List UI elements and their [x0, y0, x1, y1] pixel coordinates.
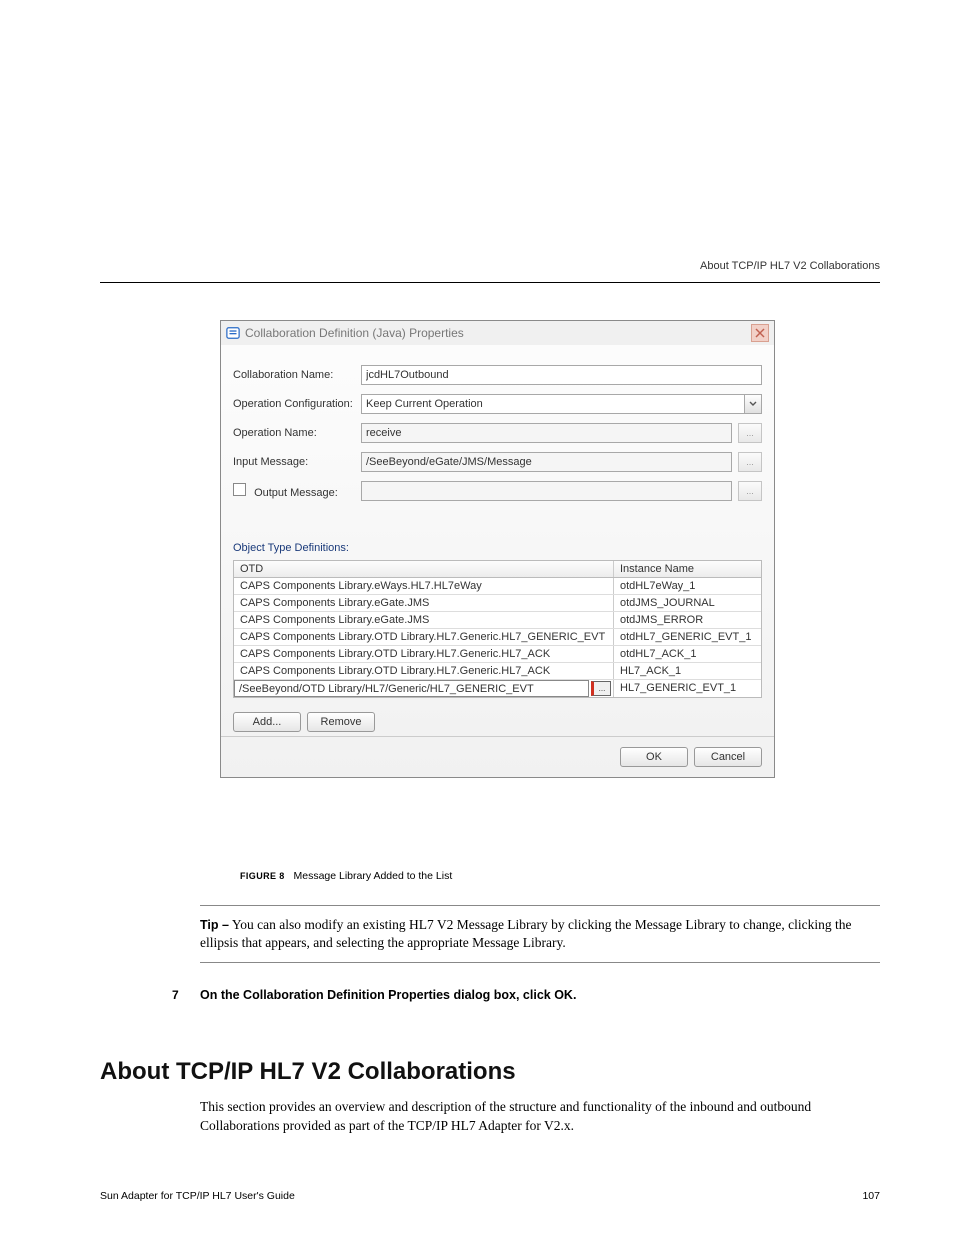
- otd-cell: CAPS Components Library.OTD Library.HL7.…: [234, 663, 614, 679]
- output-msg-ellipsis[interactable]: ...: [738, 481, 762, 501]
- dialog-titlebar: Collaboration Definition (Java) Properti…: [221, 321, 774, 345]
- instance-cell: otdHL7eWay_1: [614, 578, 761, 594]
- instance-cell: HL7_ACK_1: [614, 663, 761, 679]
- table-row-editing[interactable]: ... HL7_GENERIC_EVT_1: [234, 680, 761, 697]
- output-msg-checkbox[interactable]: [233, 483, 246, 496]
- remove-button[interactable]: Remove: [307, 712, 375, 732]
- form-area: Collaboration Name: Operation Configurat…: [221, 345, 774, 518]
- op-name-input[interactable]: [361, 423, 732, 443]
- ok-button[interactable]: OK: [620, 747, 688, 767]
- step-number: 7: [172, 988, 179, 1002]
- figure-caption-text: Message Library Added to the List: [293, 870, 452, 882]
- dialog-footer: OK Cancel: [221, 736, 774, 777]
- op-name-ellipsis[interactable]: ...: [738, 423, 762, 443]
- collab-icon: [226, 326, 240, 340]
- otd-cell: CAPS Components Library.OTD Library.HL7.…: [234, 646, 614, 662]
- instance-cell: otdJMS_JOURNAL: [614, 595, 761, 611]
- otd-cell: CAPS Components Library.OTD Library.HL7.…: [234, 629, 614, 645]
- otd-edit-input[interactable]: [234, 680, 589, 697]
- table-row[interactable]: CAPS Components Library.eGate.JMS otdJMS…: [234, 595, 761, 612]
- tip-rule-bottom: [200, 962, 880, 963]
- header-rule: [100, 282, 880, 283]
- collab-properties-dialog: Collaboration Definition (Java) Properti…: [220, 320, 775, 778]
- input-msg-input[interactable]: [361, 452, 732, 472]
- op-config-value[interactable]: [361, 394, 744, 414]
- add-button[interactable]: Add...: [233, 712, 301, 732]
- tip-rule-top: [200, 905, 880, 906]
- output-msg-input[interactable]: [361, 481, 732, 501]
- input-msg-label: Input Message:: [233, 456, 361, 468]
- otd-ellipsis-button[interactable]: ...: [591, 681, 611, 696]
- col-otd: OTD: [234, 561, 614, 577]
- instance-cell: otdHL7_ACK_1: [614, 646, 761, 662]
- section-heading: About TCP/IP HL7 V2 Collaborations: [100, 1058, 516, 1086]
- cancel-button[interactable]: Cancel: [694, 747, 762, 767]
- op-config-combo[interactable]: [361, 394, 762, 414]
- table-row[interactable]: CAPS Components Library.eGate.JMS otdJMS…: [234, 612, 761, 629]
- table-row[interactable]: CAPS Components Library.OTD Library.HL7.…: [234, 646, 761, 663]
- chevron-down-icon[interactable]: [744, 394, 762, 414]
- footer-title: Sun Adapter for TCP/IP HL7 User's Guide: [100, 1190, 295, 1202]
- otd-cell: CAPS Components Library.eWays.HL7.HL7eWa…: [234, 578, 614, 594]
- op-config-label: Operation Configuration:: [233, 398, 361, 410]
- tip-label: Tip –: [200, 918, 229, 932]
- instance-cell: otdJMS_ERROR: [614, 612, 761, 628]
- page-number: 107: [862, 1190, 880, 1202]
- close-icon: [755, 328, 765, 338]
- table-row[interactable]: CAPS Components Library.OTD Library.HL7.…: [234, 663, 761, 680]
- dialog-title: Collaboration Definition (Java) Properti…: [245, 326, 464, 340]
- step-instruction: On the Collaboration Definition Properti…: [200, 988, 576, 1002]
- instance-cell: HL7_GENERIC_EVT_1: [614, 680, 761, 697]
- table-buttons: Add... Remove: [233, 712, 762, 732]
- op-name-label: Operation Name:: [233, 427, 361, 439]
- table-header: OTD Instance Name: [234, 561, 761, 578]
- instance-cell: otdHL7_GENERIC_EVT_1: [614, 629, 761, 645]
- col-instance: Instance Name: [614, 561, 761, 577]
- otd-cell: CAPS Components Library.eGate.JMS: [234, 595, 614, 611]
- otd-section-label: Object Type Definitions:: [233, 542, 762, 554]
- otd-table: OTD Instance Name CAPS Components Librar…: [233, 560, 762, 698]
- output-msg-check-label: Output Message:: [233, 483, 361, 499]
- collab-name-label: Collaboration Name:: [233, 369, 361, 381]
- tip-paragraph: Tip – You can also modify an existing HL…: [200, 916, 880, 952]
- input-msg-ellipsis[interactable]: ...: [738, 452, 762, 472]
- otd-cell: CAPS Components Library.eGate.JMS: [234, 612, 614, 628]
- running-header: About TCP/IP HL7 V2 Collaborations: [700, 260, 880, 272]
- output-msg-label: Output Message:: [254, 487, 338, 499]
- tip-text: You can also modify an existing HL7 V2 M…: [200, 917, 851, 950]
- section-intro: This section provides an overview and de…: [200, 1098, 880, 1136]
- close-button[interactable]: [751, 324, 769, 342]
- figure-caption: FIGURE 8 Message Library Added to the Li…: [240, 870, 452, 882]
- collab-name-input[interactable]: [361, 365, 762, 385]
- table-row[interactable]: CAPS Components Library.OTD Library.HL7.…: [234, 629, 761, 646]
- figure-number: FIGURE 8: [240, 871, 285, 881]
- table-row[interactable]: CAPS Components Library.eWays.HL7.HL7eWa…: [234, 578, 761, 595]
